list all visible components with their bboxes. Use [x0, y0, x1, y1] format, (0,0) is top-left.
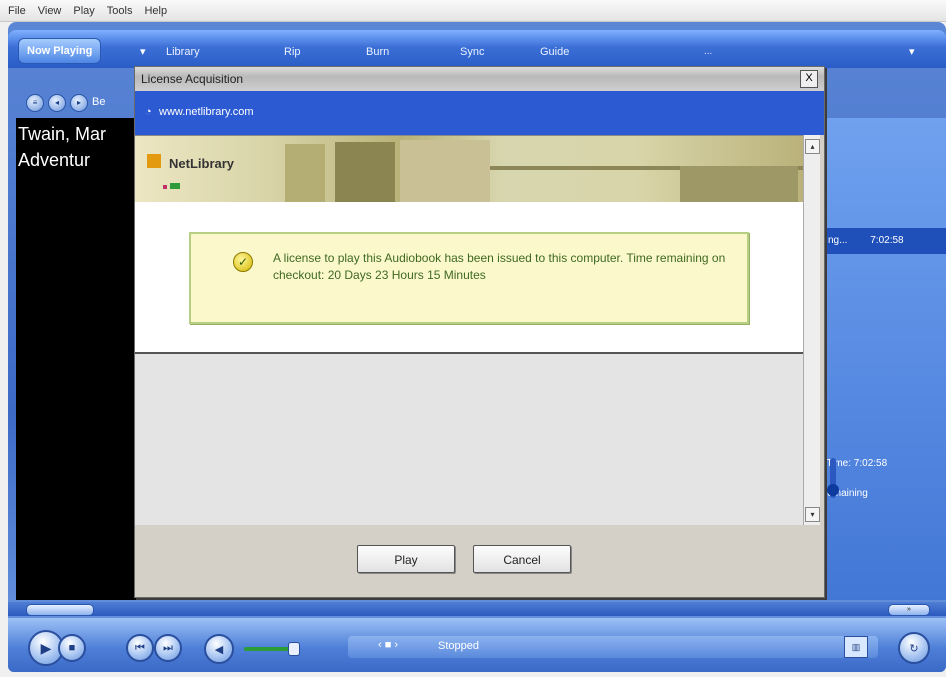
- netlibrary-banner: NetLibrary: [135, 136, 803, 202]
- volume-slider-knob[interactable]: [288, 642, 300, 656]
- check-icon: ✓: [233, 252, 253, 272]
- compact-mode-icon[interactable]: ↻: [898, 632, 930, 664]
- tab-rip[interactable]: Rip: [278, 42, 307, 62]
- scroll-up-icon[interactable]: ▴: [805, 139, 820, 154]
- back-icon[interactable]: ◂: [48, 94, 66, 112]
- dialog-button-bar: Play Cancel: [135, 525, 824, 597]
- tab-sync[interactable]: Sync: [454, 42, 490, 62]
- status-area: ‹ ■ › Stopped: [348, 636, 878, 658]
- playback-status: Stopped: [438, 640, 479, 652]
- seek-position-pill[interactable]: [26, 604, 94, 616]
- banner-graphic: [680, 166, 798, 202]
- scroll-down-icon[interactable]: ▾: [805, 507, 820, 522]
- dialog-content: NetLibrary ✓ A license to play this Audi…: [135, 135, 803, 526]
- now-playing-label: Be: [92, 96, 106, 108]
- netlibrary-logo-dots: [163, 178, 183, 192]
- dialog-title-bar[interactable]: License Acquisition X: [135, 67, 824, 91]
- equalizer-icon[interactable]: ▥: [844, 636, 868, 658]
- cancel-button[interactable]: Cancel: [473, 545, 571, 573]
- tab-now-playing[interactable]: Now Playing: [18, 38, 102, 64]
- stop-icon[interactable]: ■: [58, 634, 86, 662]
- scrollbar-thumb[interactable]: [827, 484, 839, 496]
- globe-icon: ◔: [145, 106, 152, 118]
- chevron-down-icon[interactable]: ▾: [903, 42, 921, 62]
- playlist-item-title: ng...: [828, 235, 848, 246]
- play-button[interactable]: Play: [357, 545, 455, 573]
- menu-help[interactable]: Help: [144, 5, 167, 17]
- playlist-item-duration: 7:02:58: [870, 235, 904, 246]
- track-subtitle: Adventur: [18, 150, 91, 170]
- dialog-url[interactable]: www.netlibrary.com: [159, 106, 254, 118]
- banner-graphic: [285, 144, 325, 202]
- shuffle-toggle[interactable]: »: [888, 604, 930, 616]
- playlist-pane: ng... 7:02:58 al Time: 7:02:58 Remaining: [816, 118, 946, 600]
- license-notice-text: A license to play this Audiobook has bee…: [273, 251, 726, 282]
- menu-bar: File View Play Tools Help: [0, 0, 946, 22]
- feature-taskbar: Now Playing ▾ Library Rip Burn Sync Guid…: [8, 30, 946, 68]
- banner-graphic: [335, 142, 395, 202]
- menu-play[interactable]: Play: [73, 5, 94, 17]
- seek-bar[interactable]: [8, 602, 946, 616]
- netlibrary-logo-icon: [147, 154, 161, 168]
- status-nav-icon[interactable]: ‹ ■ ›: [378, 639, 398, 651]
- playlist-scrollbar[interactable]: [827, 458, 839, 498]
- tab-now-playing-arrow[interactable]: ▾: [134, 42, 152, 62]
- now-playing-controls: ≡ ◂ ▸: [26, 94, 88, 112]
- dialog-scrollbar[interactable]: ▴ ▾: [803, 135, 820, 525]
- online-store-tab[interactable]: ...: [698, 42, 910, 62]
- playlist-icon[interactable]: ≡: [26, 94, 44, 112]
- dialog-title: License Acquisition: [141, 72, 244, 86]
- next-icon[interactable]: ⏭: [154, 634, 182, 662]
- content-lower-area: [135, 354, 803, 526]
- mute-icon[interactable]: ◀: [204, 634, 234, 664]
- playlist-item[interactable]: ng... 7:02:58: [824, 228, 946, 254]
- track-title: Twain, Mar: [18, 124, 107, 144]
- previous-icon[interactable]: ⏮: [126, 634, 154, 662]
- tab-library[interactable]: Library: [160, 42, 206, 62]
- menu-file[interactable]: File: [8, 5, 26, 17]
- forward-icon[interactable]: ▸: [70, 94, 88, 112]
- netlibrary-logo-text: NetLibrary: [169, 156, 235, 171]
- license-acquisition-dialog: License Acquisition X ◔ www.netlibrary.c…: [134, 66, 825, 598]
- banner-graphic: [400, 140, 490, 202]
- tab-burn[interactable]: Burn: [360, 42, 395, 62]
- url-bar: ◔ www.netlibrary.com: [135, 91, 824, 135]
- menu-tools[interactable]: Tools: [107, 5, 133, 17]
- close-icon[interactable]: X: [800, 70, 818, 88]
- license-notice: ✓ A license to play this Audiobook has b…: [189, 232, 749, 324]
- tab-guide[interactable]: Guide: [534, 42, 575, 62]
- transport-controls: ▶ ■ ⏮ ⏭ ◀ ‹ ■ › Stopped ▥ ↻: [8, 618, 946, 672]
- menu-view[interactable]: View: [38, 5, 62, 17]
- playlist-total-time: al Time: 7:02:58: [816, 458, 888, 469]
